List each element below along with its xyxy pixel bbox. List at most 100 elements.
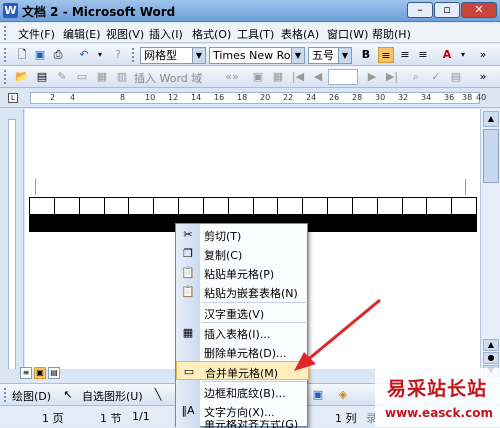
select-pointer-icon[interactable]: ↖ bbox=[60, 387, 76, 403]
fill-color-icon[interactable]: ◈ bbox=[335, 387, 351, 403]
table-cell[interactable] bbox=[54, 197, 80, 215]
insert-word-field-label[interactable]: 插入 Word 域 bbox=[134, 70, 202, 86]
chevron-down-icon[interactable]: ▼ bbox=[192, 48, 205, 63]
table-cell-selected[interactable] bbox=[377, 214, 403, 232]
toolbar-options-icon-2[interactable]: » bbox=[475, 69, 491, 85]
draw-menu[interactable]: 绘图(D) bbox=[12, 388, 51, 404]
address-block-icon[interactable]: ▭ bbox=[74, 69, 90, 85]
view-merged-icon[interactable]: «» bbox=[224, 69, 240, 85]
merge-document-icon[interactable]: ▤ bbox=[448, 69, 464, 85]
menu-file[interactable]: 文件(F) bbox=[18, 26, 55, 42]
menu-item-borders[interactable]: 边框和底纹(B)... bbox=[176, 382, 309, 401]
print-layout-icon[interactable]: ▤ bbox=[48, 367, 60, 379]
font-color-dropdown-icon[interactable]: ▾ bbox=[455, 47, 471, 63]
menu-item-cut[interactable]: ✂ 剪切(T) bbox=[176, 225, 309, 244]
table-cell[interactable] bbox=[153, 197, 179, 215]
table-cell-selected[interactable] bbox=[327, 214, 353, 232]
table-cell-selected[interactable] bbox=[54, 214, 80, 232]
undo-dropdown-icon[interactable]: ▾ bbox=[92, 47, 108, 63]
bold-button[interactable]: B bbox=[358, 47, 374, 63]
table-cell-selected[interactable] bbox=[29, 214, 55, 232]
web-view-icon[interactable]: ▣ bbox=[34, 367, 46, 379]
menu-view[interactable]: 视图(V) bbox=[106, 26, 144, 42]
prev-page-icon[interactable]: ▲ bbox=[483, 339, 499, 351]
scroll-thumb[interactable] bbox=[483, 129, 499, 183]
style-combo[interactable]: 网格型 ▼ bbox=[140, 47, 206, 64]
menu-tools[interactable]: 工具(T) bbox=[237, 26, 274, 42]
font-combo[interactable]: Times New Roman ▼ bbox=[209, 47, 305, 64]
select-browse-object-icon[interactable]: ● bbox=[483, 352, 499, 364]
table-cell[interactable] bbox=[228, 197, 254, 215]
font-color-icon[interactable]: A bbox=[439, 47, 455, 63]
table-cell-selected[interactable] bbox=[352, 214, 378, 232]
table-cell[interactable] bbox=[104, 197, 129, 215]
chevron-down-icon[interactable]: ▼ bbox=[291, 48, 304, 63]
next-record-icon[interactable]: ▶ bbox=[364, 69, 380, 85]
menu-window[interactable]: 窗口(W) bbox=[327, 26, 368, 42]
menu-table[interactable]: 表格(A) bbox=[281, 26, 319, 42]
copy-icon: ❐ bbox=[183, 247, 193, 260]
align-left-icon[interactable]: ≡ bbox=[378, 47, 394, 63]
print-icon[interactable]: ⎙ bbox=[50, 47, 66, 63]
tab-selector-icon[interactable]: L bbox=[8, 93, 18, 103]
maximize-button[interactable]: ▫ bbox=[434, 2, 460, 18]
align-center-icon[interactable]: ≡ bbox=[397, 47, 413, 63]
table-cell-selected[interactable] bbox=[79, 214, 105, 232]
table-cell[interactable] bbox=[426, 197, 452, 215]
table-cell[interactable] bbox=[327, 197, 353, 215]
insert-field-icon[interactable]: ▥ bbox=[114, 69, 130, 85]
minimize-button[interactable]: – bbox=[407, 2, 433, 18]
font-size-combo[interactable]: 五号 ▼ bbox=[308, 47, 352, 64]
menu-insert[interactable]: 插入(I) bbox=[149, 26, 183, 42]
menu-help[interactable]: 帮助(H) bbox=[372, 26, 411, 42]
scroll-up-icon[interactable]: ▲ bbox=[483, 111, 499, 127]
table-cell-selected[interactable] bbox=[426, 214, 452, 232]
save-icon[interactable]: ▣ bbox=[32, 47, 48, 63]
close-button[interactable]: ✕ bbox=[461, 2, 497, 18]
table-cell[interactable] bbox=[377, 197, 403, 215]
greeting-icon[interactable]: ▦ bbox=[94, 69, 110, 85]
table-cell-selected[interactable] bbox=[451, 214, 477, 232]
first-record-icon[interactable]: |◀ bbox=[290, 69, 306, 85]
menu-item-copy[interactable]: ❐ 复制(C) bbox=[176, 244, 309, 263]
table-cell[interactable] bbox=[178, 197, 204, 215]
table-cell-selected[interactable] bbox=[104, 214, 129, 232]
vertical-scrollbar[interactable]: ▲ ▲ ● ▼ bbox=[480, 109, 500, 379]
find-entry-icon[interactable]: ⌕ bbox=[408, 69, 424, 85]
highlight-fields-icon[interactable]: ▣ bbox=[250, 69, 266, 85]
table-cell[interactable] bbox=[352, 197, 378, 215]
table-cell[interactable] bbox=[402, 197, 427, 215]
menu-item-paste-cells[interactable]: 📋 粘贴单元格(P) bbox=[176, 263, 309, 282]
line-icon[interactable]: ╲ bbox=[150, 387, 166, 403]
menu-item-text-direction[interactable]: ‖A 文字方向(X)... bbox=[176, 401, 309, 420]
table-cell[interactable] bbox=[79, 197, 105, 215]
table-cell-selected[interactable] bbox=[128, 214, 154, 232]
record-number-input[interactable] bbox=[328, 69, 358, 85]
new-document-icon[interactable]: 🗋 bbox=[14, 47, 30, 63]
table-cell[interactable] bbox=[29, 197, 55, 215]
menu-format[interactable]: 格式(O) bbox=[192, 26, 231, 42]
menu-edit[interactable]: 编辑(E) bbox=[63, 26, 101, 42]
table-cell-selected[interactable] bbox=[402, 214, 427, 232]
check-errors-icon[interactable]: ✓ bbox=[428, 69, 444, 85]
open-data-source-icon[interactable]: 📂 bbox=[14, 69, 30, 85]
edit-icon[interactable]: ✎ bbox=[54, 69, 70, 85]
last-record-icon[interactable]: ▶| bbox=[384, 69, 400, 85]
table-cell[interactable] bbox=[302, 197, 328, 215]
table-cell[interactable] bbox=[203, 197, 229, 215]
toolbar-options-icon[interactable]: » bbox=[475, 47, 491, 63]
recipients-icon[interactable]: ▤ bbox=[34, 69, 50, 85]
help-icon[interactable]: ? bbox=[110, 47, 126, 63]
insert-picture-icon[interactable]: ▣ bbox=[310, 387, 326, 403]
table-cell[interactable] bbox=[128, 197, 154, 215]
table-cell[interactable] bbox=[277, 197, 303, 215]
chevron-down-icon[interactable]: ▼ bbox=[338, 48, 351, 63]
autoshapes-menu[interactable]: 自选图形(U) bbox=[82, 388, 143, 404]
table-cell[interactable] bbox=[253, 197, 278, 215]
table-cell[interactable] bbox=[451, 197, 477, 215]
match-fields-icon[interactable]: ▦ bbox=[270, 69, 286, 85]
normal-view-icon[interactable]: ≡ bbox=[20, 367, 32, 379]
align-right-icon[interactable]: ≡ bbox=[415, 47, 431, 63]
previous-record-icon[interactable]: ◀ bbox=[310, 69, 326, 85]
undo-icon[interactable]: ↶ bbox=[76, 47, 92, 63]
